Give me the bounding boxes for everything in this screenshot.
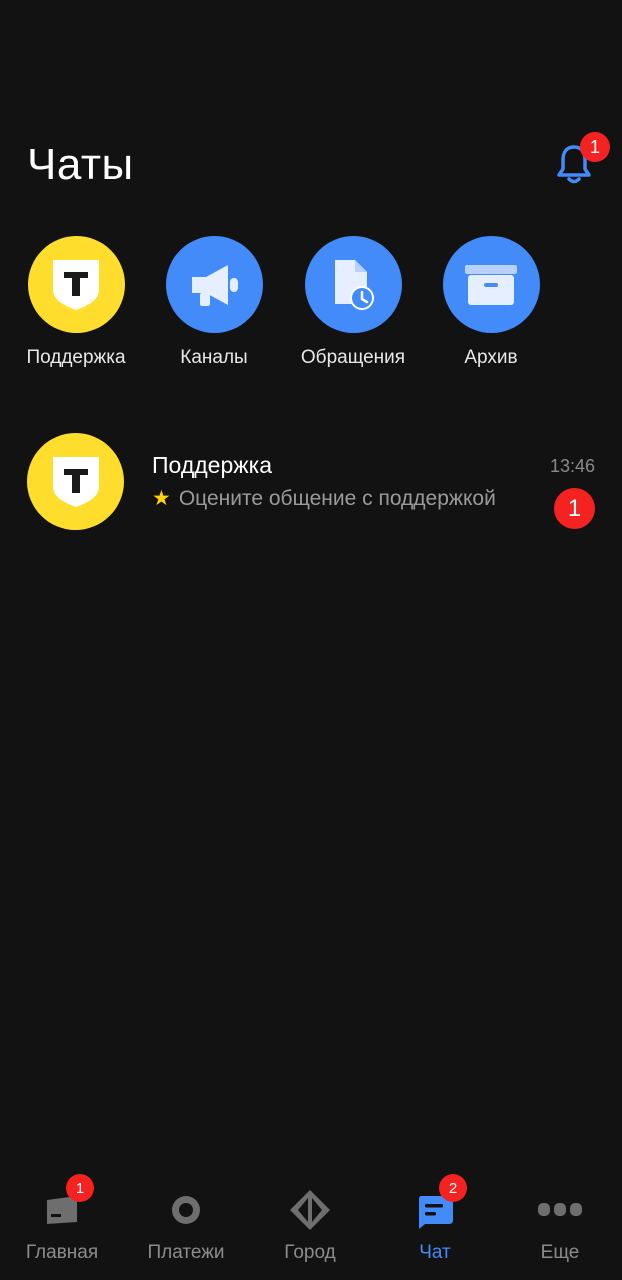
more-dots-icon <box>538 1203 582 1216</box>
quick-action-archive[interactable]: Архив <box>421 236 561 369</box>
chat-time: 13:46 <box>549 456 595 476</box>
chat-preview-text: Оцените общение с поддержкой <box>178 487 496 510</box>
chats-screen: Чаты 1 Поддержка Каналы Обращения Архив … <box>0 0 622 1280</box>
channels-circle <box>165 236 263 333</box>
quick-action-label: Обращения <box>300 347 406 368</box>
notification-badge: 1 <box>580 132 610 162</box>
quick-action-requests[interactable]: Обращения <box>283 236 423 369</box>
document-clock-icon <box>335 259 374 310</box>
quick-action-label: Поддержка <box>26 347 126 368</box>
chat-preview: ★ Оцените общение с поддержкой <box>152 486 496 511</box>
archive-circle <box>442 236 540 333</box>
tab-label: Чат <box>419 1242 451 1263</box>
quick-action-channels[interactable]: Каналы <box>144 236 284 369</box>
page-title: Чаты <box>27 140 134 189</box>
tab-label: Главная <box>25 1242 99 1263</box>
header: Чаты 1 <box>0 120 622 210</box>
tinkoff-shield-icon <box>53 259 99 310</box>
tab-label: Еще <box>540 1242 580 1263</box>
quick-action-label: Архив <box>464 347 518 368</box>
unread-badge: 1 <box>554 488 595 529</box>
quick-action-label: Каналы <box>180 347 248 368</box>
archive-box-icon <box>465 264 517 305</box>
tab-payments[interactable]: Платежи <box>124 1170 248 1270</box>
tinkoff-shield-icon <box>52 456 99 507</box>
tab-city[interactable]: Город <box>248 1170 372 1270</box>
quick-action-support[interactable]: Поддержка <box>6 236 146 369</box>
notifications-button[interactable]: 1 <box>552 132 610 188</box>
tab-bar: 1 Главная Платежи Город 2 Чат Еще <box>0 1170 622 1280</box>
tab-badge: 2 <box>439 1174 467 1202</box>
chat-name: Поддержка <box>152 452 272 478</box>
tab-label: Платежи <box>147 1242 225 1263</box>
city-diamond-icon <box>290 1190 330 1230</box>
megaphone-icon <box>192 264 238 306</box>
tab-more[interactable]: Еще <box>498 1170 622 1270</box>
chat-list-item[interactable]: Поддержка ★ Оцените общение с поддержкой … <box>0 433 622 533</box>
avatar <box>27 433 124 530</box>
tab-home[interactable]: 1 Главная <box>0 1170 124 1270</box>
support-circle <box>27 236 125 333</box>
tab-chat[interactable]: 2 Чат <box>373 1170 497 1270</box>
requests-circle <box>304 236 402 333</box>
quick-actions: Поддержка Каналы Обращения Архив <box>0 236 622 376</box>
tab-label: Город <box>284 1242 336 1263</box>
tab-badge: 1 <box>66 1174 94 1202</box>
star-icon: ★ <box>152 487 171 510</box>
payments-circle-icon <box>172 1196 200 1224</box>
